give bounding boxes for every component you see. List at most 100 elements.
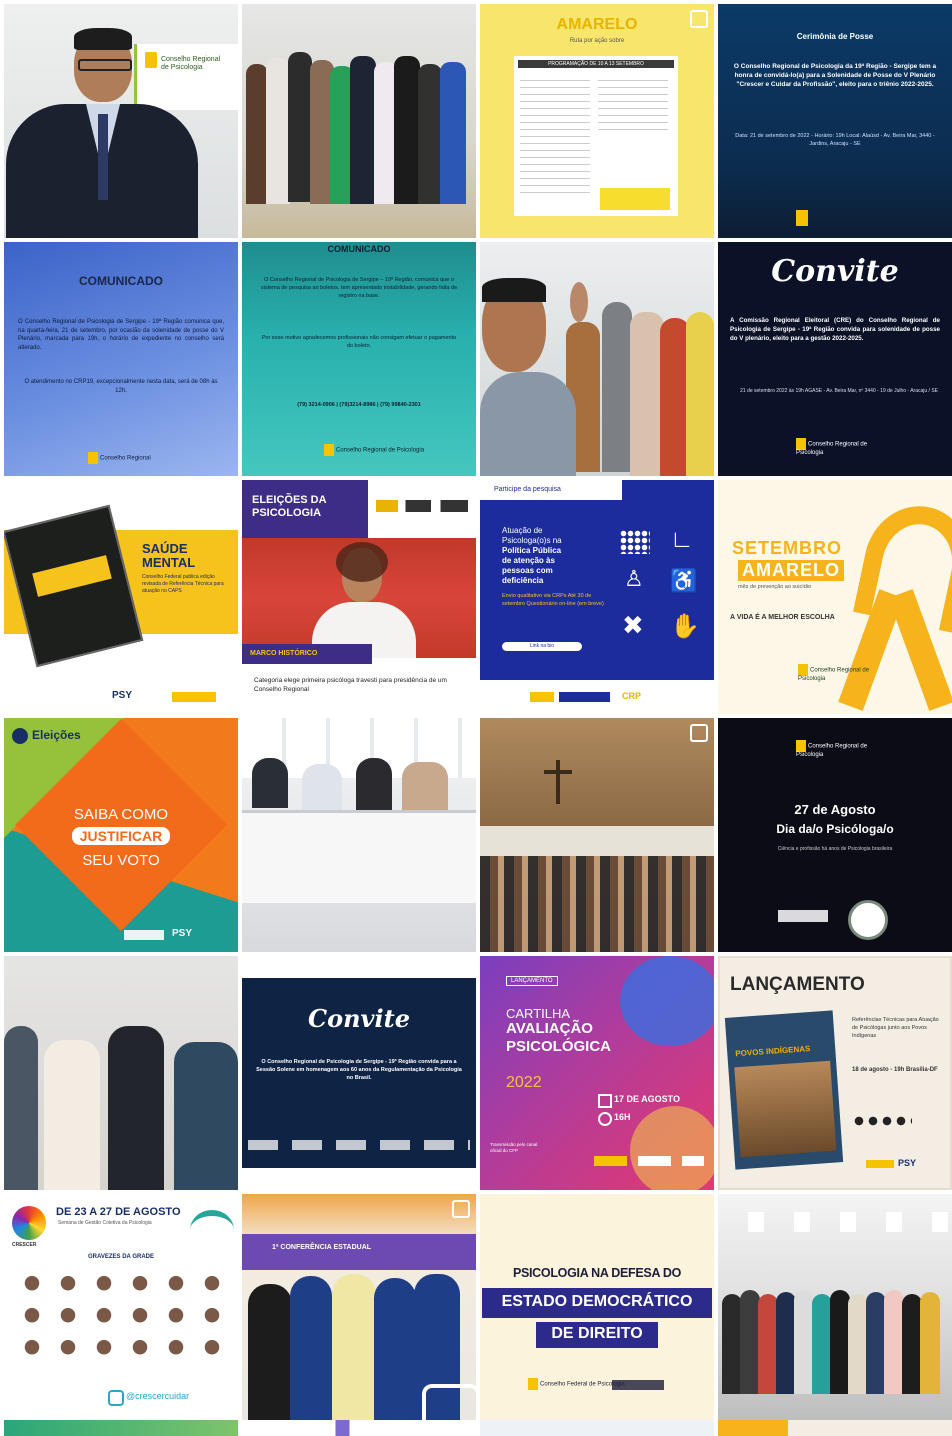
grid-post-8[interactable]: Convite A Comissão Regional Eleitoral (C… — [718, 242, 952, 476]
post-note: Transmissão pelo canal oficial do CFP — [490, 1142, 538, 1153]
footer-logo: Conselho Federal de Psicologia — [528, 1378, 625, 1390]
sign-logo-icon — [145, 52, 157, 68]
clock-icon — [598, 1112, 612, 1126]
footer-logo-icon — [594, 1156, 704, 1166]
grid-post-2[interactable] — [242, 4, 476, 238]
post-line-2-box: JUSTIFICAR — [4, 827, 238, 846]
grid-post-15[interactable] — [480, 718, 714, 952]
post-sub: Ciência e profissão há anos de Psicologi… — [777, 846, 893, 852]
grid-post-13[interactable]: Eleições SAIBA COMO JUSTIFICAR SEU VOTO … — [4, 718, 238, 952]
tag-box: MARCO HISTÓRICO — [242, 644, 372, 664]
grid-post-17[interactable] — [4, 956, 238, 1190]
post-line-3: DE DIREITO — [551, 1325, 643, 1342]
speaker-grid — [14, 1272, 228, 1368]
title-line-3: PSICOLÓGICA — [506, 1038, 612, 1055]
title-line-2: AMARELO — [738, 560, 844, 581]
grid-post-12[interactable]: SETEMBRO AMARELO mês de prevenção ao sui… — [718, 480, 952, 714]
post-sub: mês de prevenção ao suicídio — [738, 584, 812, 590]
grid-post-9[interactable]: SAÚDE MENTAL Conselho Federal publica ed… — [4, 480, 238, 714]
grid-post-23[interactable]: PSICOLOGIA NA DEFESA DO ESTADO DEMOCRÁTI… — [480, 1194, 714, 1428]
body-line-3: Política Pública — [502, 546, 562, 555]
book-title: POVOS INDÍGENAS — [735, 1044, 811, 1059]
footer-logo-label: Conselho Regional de Psicologia — [796, 441, 868, 456]
audience — [480, 856, 714, 952]
header-logo-label: Conselho Regional de Psicologia — [796, 743, 868, 758]
crp-logo-icon — [324, 444, 334, 456]
speaker-hair — [336, 542, 388, 582]
post-time: 16H — [614, 1112, 631, 1122]
grid-post-19[interactable]: LANÇAMENTO CARTILHA AVALIAÇÃO PSICOLÓGIC… — [480, 956, 714, 1190]
multiple-photos-icon — [690, 724, 708, 742]
post-body: Conselho Federal publica edição revisada… — [142, 574, 224, 594]
footer-logo-label: Conselho Regional — [100, 455, 151, 462]
peek-tile-2[interactable] — [242, 1420, 476, 1436]
dais — [480, 826, 714, 856]
post-sub: Semana de Gestão Coletiva da Psicologia — [58, 1220, 152, 1226]
grid-post-22[interactable]: 1ª CONFERÊNCIA ESTADUAL — [242, 1194, 476, 1428]
footer-logo-icon — [778, 910, 828, 922]
post-title: Convite — [771, 254, 899, 289]
grid-post-14[interactable] — [242, 718, 476, 952]
post-title: Cerimônia de Posse — [796, 32, 874, 41]
grid-post-5[interactable]: COMUNICADO O Conselho Regional de Psicol… — [4, 242, 238, 476]
post-body: O Conselho Regional de Psicologia de Ser… — [256, 1059, 462, 1081]
footer-logo-icon — [796, 210, 808, 226]
grid-post-18[interactable]: Convite O Conselho Regional de Psicologi… — [242, 956, 476, 1190]
grid-post-4[interactable]: Cerimônia de Posse O Conselho Regional d… — [718, 4, 952, 238]
grid-post-24[interactable] — [718, 1194, 952, 1428]
wheelchair-icon: ♿ — [670, 568, 698, 593]
wall-sign: Conselho Regional de Psicologia — [134, 44, 238, 110]
survey-label-box: Participe da pesquisa — [480, 480, 622, 500]
panel-table — [242, 810, 476, 903]
blob-decor-2 — [630, 1106, 714, 1190]
link-button[interactable]: Link na bio — [502, 642, 582, 651]
footer-logo: Conselho Regional — [88, 452, 151, 464]
book-photo — [734, 1060, 837, 1158]
post-note: Envio qualitativo via CRPs Até 30 de set… — [502, 593, 604, 607]
footer-logo-label: Conselho Regional de Psicologia — [798, 667, 870, 682]
body-line-5: pessoas com — [502, 566, 553, 575]
peek-tile-1[interactable] — [4, 1420, 238, 1436]
grid-post-21[interactable]: CRESCER DE 23 A 27 DE AGOSTO Semana de G… — [4, 1194, 238, 1428]
post-slogan: A VIDA É A MELHOR ESCOLHA — [730, 614, 835, 621]
grid-post-7[interactable] — [480, 242, 714, 476]
grid-post-16[interactable]: Conselho Regional de Psicologia 27 de Ag… — [718, 718, 952, 952]
post-title: LANÇAMENTO — [730, 974, 865, 995]
crucifix-bar — [544, 770, 572, 774]
sign-line-2: de Psicologia — [161, 64, 203, 71]
crucifix-icon — [556, 760, 560, 804]
post-details: Data: 21 de setembro de 2022 - Horário: … — [735, 133, 935, 147]
grid-post-3[interactable]: AMARELO Ruta por ação sobre PROGRAMAÇÃO … — [480, 4, 714, 238]
footer-brand: PSY — [898, 1158, 917, 1168]
grid-post-20[interactable]: LANÇAMENTO POVOS INDÍGENAS Referências T… — [718, 956, 952, 1190]
poster-card: PROGRAMAÇÃO DE 10 A 13 SETEMBRO — [514, 56, 678, 216]
post-title: COMUNICADO — [79, 274, 163, 288]
footer-logo-label: Conselho Regional de Psicologia — [336, 447, 425, 454]
brand-label: CRESCER — [12, 1242, 37, 1248]
grid-post-11[interactable]: Participe da pesquisa Atuação de Psicolo… — [480, 480, 714, 714]
post-handle: @crescercuidar — [126, 1391, 190, 1401]
grid-post-6[interactable]: COMUNICADO O Conselho Regional de Psicol… — [242, 242, 476, 476]
crp-logo-icon — [796, 438, 806, 450]
decor-swoosh — [190, 1210, 234, 1250]
post-line-2: ESTADO DEMOCRÁTICO — [501, 1293, 693, 1310]
footer-logo-icon — [172, 692, 216, 702]
blind-walker-icon: ♙ — [624, 566, 644, 591]
title-line-1: SAÚDE — [142, 541, 188, 556]
peek-tile-3[interactable] — [480, 1420, 714, 1436]
footer-logo-icon — [124, 930, 164, 940]
grid-post-10[interactable]: ELEIÇÕES DA PSICOLOGIA MARCO HISTÓRICO C… — [242, 480, 476, 714]
grid-label: GRAVEZES DA GRADE — [87, 1254, 154, 1260]
crp-logo-icon — [88, 452, 98, 464]
post-body: Atuação de Psicologa(o)s na Política Púb… — [502, 526, 612, 586]
post-body: O Conselho Regional de Psicologia da 19ª… — [733, 63, 937, 88]
post-body: O Conselho Regional de Psicologia de Ser… — [18, 319, 224, 351]
book-cover: POVOS INDÍGENAS — [724, 1010, 844, 1170]
peek-tile-4[interactable] — [718, 1420, 952, 1436]
banner-text: 1ª CONFERÊNCIA ESTADUAL — [272, 1244, 372, 1251]
post-tag: MARCO HISTÓRICO — [250, 650, 318, 657]
body-line-4: de atenção às — [502, 556, 555, 565]
post-line-1: PSICOLOGIA NA DEFESA DO — [512, 1266, 682, 1280]
grid-post-1[interactable]: Conselho Regional de Psicologia — [4, 4, 238, 238]
schedule-block — [520, 74, 590, 194]
